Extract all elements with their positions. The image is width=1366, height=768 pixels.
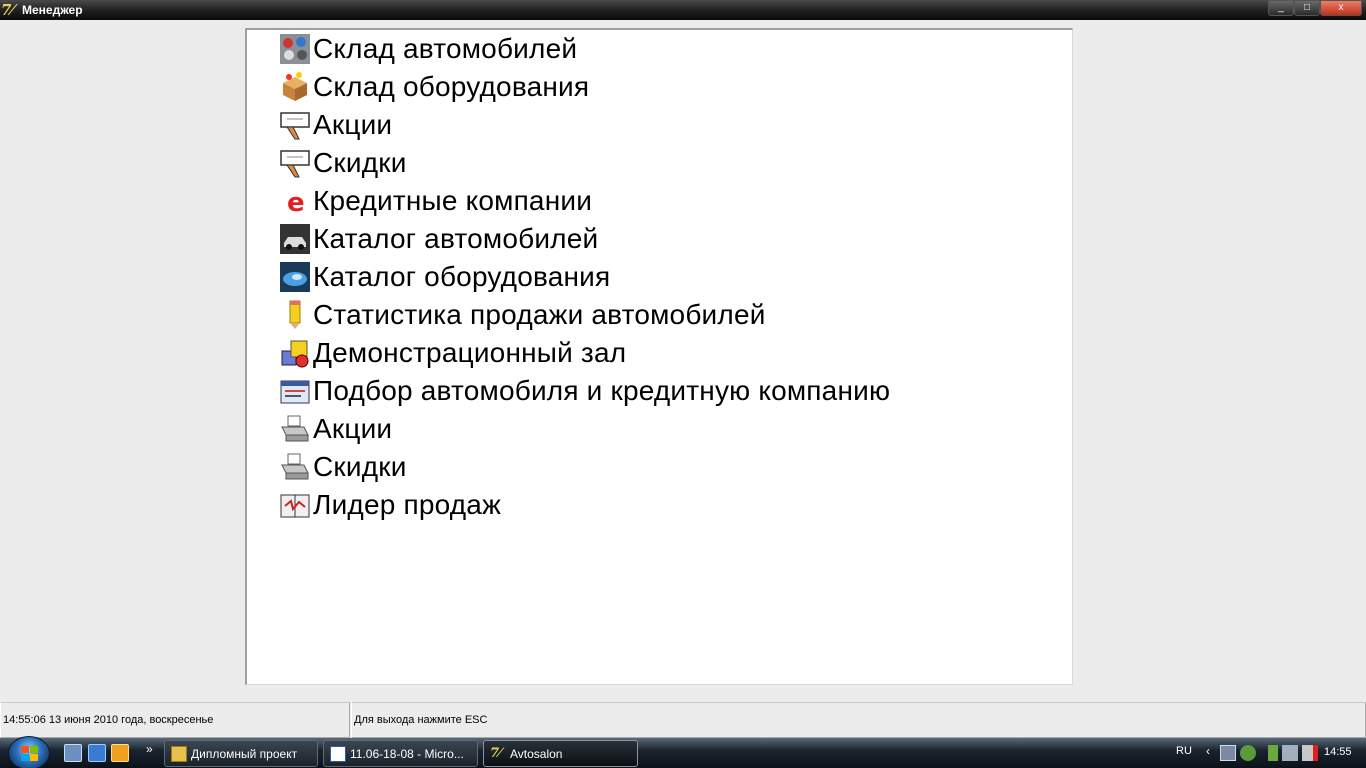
- menu-item-equipment-catalog[interactable]: Каталог оборудования: [279, 259, 610, 295]
- car-photo-icon: [279, 223, 311, 255]
- menu-item-label: Каталог автомобилей: [313, 223, 599, 254]
- shapes-icon: [279, 337, 311, 369]
- menu-item-sales-leader[interactable]: Лидер продаж: [279, 487, 501, 523]
- menu-item-discounts[interactable]: Скидки: [279, 145, 407, 181]
- volume-muted-icon[interactable]: [1302, 745, 1318, 761]
- switch-windows-icon[interactable]: [88, 744, 106, 762]
- menu-item-label: Демонстрационный зал: [313, 337, 627, 368]
- network-icon[interactable]: [1220, 745, 1236, 761]
- menu-item-print-discounts[interactable]: Скидки: [279, 449, 407, 485]
- word-icon: [330, 745, 346, 762]
- media-player-icon[interactable]: [111, 744, 129, 762]
- close-button[interactable]: x: [1320, 0, 1362, 16]
- taskbar-item-folder[interactable]: Дипломный проект: [164, 740, 318, 767]
- menu-item-label: Подбор автомобиля и кредитную компанию: [313, 375, 891, 406]
- menu-item-print-promotions[interactable]: Акции: [279, 411, 392, 447]
- printer-icon: [279, 413, 311, 445]
- window-title: Менеджер: [22, 3, 83, 17]
- wireless-icon[interactable]: [1240, 745, 1256, 761]
- menu-item-equipment-warehouse[interactable]: Склад оборудования: [279, 69, 589, 105]
- taskbar-item-label: Дипломный проект: [191, 746, 298, 761]
- main-menu-panel: Склад автомобилей Склад оборудования Акц…: [245, 28, 1073, 685]
- folder-icon: [171, 745, 187, 762]
- language-indicator[interactable]: RU: [1176, 745, 1192, 757]
- equipment-box-icon: [279, 71, 311, 103]
- discount-hand-icon: [279, 147, 311, 179]
- ie-letter-icon: e: [279, 185, 311, 217]
- menu-item-selection[interactable]: Подбор автомобиля и кредитную компанию: [279, 373, 890, 409]
- menu-item-label: Акции: [313, 413, 393, 444]
- equipment-photo-icon: [279, 261, 311, 293]
- menu-item-car-catalog[interactable]: Каталог автомобилей: [279, 221, 598, 257]
- taskbar-item-label: Avtosalon: [510, 746, 563, 761]
- show-desktop-icon[interactable]: [64, 744, 82, 762]
- car-warehouse-icon: [279, 33, 311, 65]
- menu-item-label: Склад оборудования: [313, 71, 590, 102]
- status-datetime: 14:55:06 13 июня 2010 года, воскресенье: [0, 702, 350, 738]
- menu-item-promotions[interactable]: Акции: [279, 107, 392, 143]
- title-bar: 7⁄ Менеджер _ □ x: [0, 0, 1366, 20]
- menu-item-showroom[interactable]: Демонстрационный зал: [279, 335, 626, 371]
- window-controls: _ □ x: [1268, 0, 1362, 16]
- menu-item-label: Лидер продаж: [313, 489, 502, 520]
- menu-item-credit-companies[interactable]: e Кредитные компании: [279, 183, 592, 219]
- start-button[interactable]: [8, 736, 50, 768]
- taskbar-item-word[interactable]: 11.06-18-08 - Micro...: [323, 740, 478, 767]
- status-hint: Для выхода нажмите ESC: [351, 702, 1366, 738]
- menu-item-label: Статистика продажи автомобилей: [313, 299, 766, 330]
- menu-item-sales-statistics[interactable]: Статистика продажи автомобилей: [279, 297, 766, 333]
- taskbar-item-avtosalon[interactable]: 7⁄ Avtosalon: [483, 740, 638, 767]
- quicklaunch-overflow-icon[interactable]: »: [146, 742, 153, 756]
- menu-item-label: Кредитные компании: [313, 185, 593, 216]
- promo-hand-icon: [279, 109, 311, 141]
- taskbar: » Дипломный проект 11.06-18-08 - Micro..…: [0, 736, 1366, 768]
- form-icon: [279, 375, 311, 407]
- maximize-button[interactable]: □: [1294, 0, 1320, 16]
- book-icon: [279, 489, 311, 521]
- status-bar: 14:55:06 13 июня 2010 года, воскресенье …: [0, 702, 1366, 738]
- battery-icon[interactable]: [1268, 745, 1278, 761]
- display-icon[interactable]: [1282, 745, 1298, 761]
- menu-item-label: Скидки: [313, 147, 407, 178]
- minimize-button[interactable]: _: [1268, 0, 1294, 16]
- app-icon: 7⁄: [490, 745, 502, 761]
- menu-item-label: Скидки: [313, 451, 407, 482]
- tray-expand-icon[interactable]: ‹: [1206, 744, 1210, 758]
- tray-clock[interactable]: 14:55: [1324, 746, 1352, 758]
- menu-item-car-warehouse[interactable]: Склад автомобилей: [279, 31, 577, 67]
- menu-item-label: Акции: [313, 109, 393, 140]
- menu-item-label: Каталог оборудования: [313, 261, 611, 292]
- windows-logo-icon: [21, 746, 38, 761]
- svg-text:e: e: [287, 188, 305, 217]
- menu-item-label: Склад автомобилей: [313, 33, 578, 64]
- taskbar-item-label: 11.06-18-08 - Micro...: [350, 746, 464, 761]
- pencil-icon: [279, 299, 311, 331]
- app-icon[interactable]: 7⁄: [1, 1, 19, 19]
- printer-icon: [279, 451, 311, 483]
